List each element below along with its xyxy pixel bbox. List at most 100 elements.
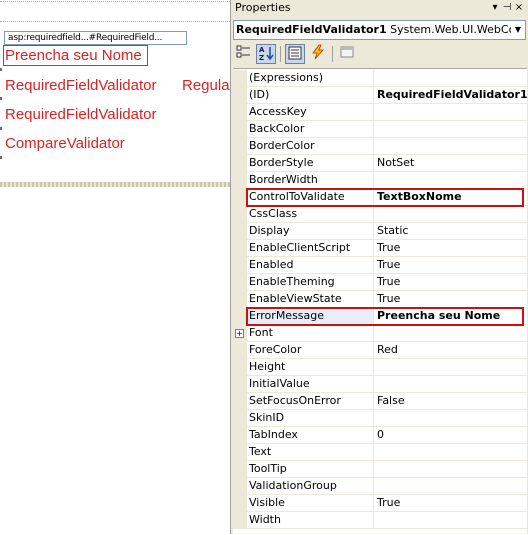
property-name[interactable]: Height (247, 359, 374, 376)
property-name[interactable]: CssClass (247, 206, 374, 223)
property-value[interactable]: RequiredFieldValidator1 (374, 87, 527, 104)
properties-titlebar[interactable]: Properties ▾ ⊣× (231, 0, 528, 16)
property-value[interactable] (374, 478, 527, 495)
expand-plus-icon[interactable]: + (235, 329, 244, 338)
property-name[interactable]: Display (247, 223, 374, 240)
window-position-icon[interactable]: ▾ (490, 0, 502, 15)
property-value[interactable]: Preencha seu Nome (374, 308, 527, 325)
property-value[interactable] (374, 410, 527, 427)
property-name[interactable]: EnableTheming (247, 274, 374, 291)
property-name[interactable]: BorderStyle (247, 155, 374, 172)
property-value[interactable]: Red (374, 342, 527, 359)
compare-validator[interactable]: CompareValidator (5, 135, 125, 152)
property-name[interactable]: ValidationGroup (247, 478, 374, 495)
close-icon[interactable]: × (514, 0, 526, 15)
property-row-validationgroup[interactable]: ValidationGroup (233, 478, 527, 495)
property-value[interactable] (374, 359, 527, 376)
property-row-enabled[interactable]: Enabled True (233, 257, 527, 274)
property-name[interactable]: EnableClientScript (247, 240, 374, 257)
property-row-borderwidth[interactable]: BorderWidth (233, 172, 527, 189)
property-value[interactable] (374, 325, 527, 342)
property-row-bordercolor[interactable]: BorderColor (233, 138, 527, 155)
required-field-validator-2[interactable]: RequiredFieldValidator (5, 77, 156, 94)
property-row-accesskey[interactable]: AccessKey (233, 104, 527, 121)
property-name[interactable]: BackColor (247, 121, 374, 138)
property-value[interactable]: Static (374, 223, 527, 240)
property-name[interactable]: SkinID (247, 410, 374, 427)
textbox-nome-validator-text[interactable]: Preencha seu Nome (5, 47, 142, 64)
property-row-tabindex[interactable]: TabIndex 0 (233, 427, 527, 444)
property-value[interactable] (374, 512, 527, 529)
properties-view-button[interactable] (285, 44, 305, 64)
property-name[interactable]: EnableViewState (247, 291, 374, 308)
property-value[interactable]: TextBoxNome (374, 189, 527, 206)
property-row-enableviewstate[interactable]: EnableViewState True (233, 291, 527, 308)
property-row-backcolor[interactable]: BackColor (233, 121, 527, 138)
property-value[interactable]: 0 (374, 427, 527, 444)
property-value[interactable] (374, 138, 527, 155)
property-row-display[interactable]: Display Static (233, 223, 527, 240)
property-name[interactable]: InitialValue (247, 376, 374, 393)
property-row-cssclass[interactable]: CssClass (233, 206, 527, 223)
property-row-font[interactable]: + Font (233, 325, 527, 342)
property-pages-button[interactable] (337, 44, 357, 64)
property-value[interactable]: True (374, 495, 527, 512)
property-name[interactable]: (ID) (247, 87, 374, 104)
property-row-borderstyle[interactable]: BorderStyle NotSet (233, 155, 527, 172)
chevron-down-icon[interactable]: ▼ (511, 21, 525, 39)
property-row-text[interactable]: Text (233, 444, 527, 461)
property-name[interactable]: Font (247, 325, 374, 342)
property-name[interactable]: (Expressions) (247, 70, 374, 87)
property-name[interactable]: Text (247, 444, 374, 461)
property-value[interactable] (374, 206, 527, 223)
property-value[interactable] (374, 121, 527, 138)
property-row-controltovalidate[interactable]: ControlToValidate TextBoxNome (233, 189, 527, 206)
property-row-errormessage[interactable]: ErrorMessage Preencha seu Nome (233, 308, 527, 325)
property-name[interactable]: Width (247, 512, 374, 529)
property-row-enableclientscript[interactable]: EnableClientScript True (233, 240, 527, 257)
property-row-setfocusonerror[interactable]: SetFocusOnError False (233, 393, 527, 410)
required-field-validator-3[interactable]: RequiredFieldValidator (5, 106, 156, 123)
property-value[interactable]: True (374, 240, 527, 257)
property-row-tooltip[interactable]: ToolTip (233, 461, 527, 478)
property-value[interactable] (374, 444, 527, 461)
property-row-enabletheming[interactable]: EnableTheming True (233, 274, 527, 291)
design-surface[interactable]: asp:requiredfield...#RequiredField... Pr… (0, 0, 230, 534)
property-name[interactable]: ToolTip (247, 461, 374, 478)
property-value[interactable]: False (374, 393, 527, 410)
auto-hide-pin-icon[interactable]: ⊣ (502, 0, 514, 15)
regular-expression-validator[interactable]: Regula (182, 77, 230, 94)
property-row-expressions[interactable]: (Expressions) (233, 70, 527, 87)
property-name[interactable]: BorderWidth (247, 172, 374, 189)
property-row-width[interactable]: Width (233, 512, 527, 529)
property-name[interactable]: ForeColor (247, 342, 374, 359)
events-button[interactable] (308, 44, 328, 64)
property-value[interactable]: True (374, 291, 527, 308)
property-value[interactable] (374, 104, 527, 121)
property-row-initialvalue[interactable]: InitialValue (233, 376, 527, 393)
categorized-button[interactable] (234, 44, 254, 64)
property-row-id[interactable]: (ID) RequiredFieldValidator1 (233, 87, 527, 104)
property-row-skinid[interactable]: SkinID (233, 410, 527, 427)
property-name[interactable]: BorderColor (247, 138, 374, 155)
property-value[interactable] (374, 376, 527, 393)
property-value[interactable] (374, 172, 527, 189)
property-row-forecolor[interactable]: ForeColor Red (233, 342, 527, 359)
property-value[interactable] (374, 461, 527, 478)
property-row-visible[interactable]: Visible True (233, 495, 527, 512)
property-name[interactable]: ControlToValidate (247, 189, 374, 206)
property-name[interactable]: AccessKey (247, 104, 374, 121)
object-selector-dropdown[interactable]: RequiredFieldValidator1 System.Web.UI.We… (233, 20, 526, 40)
property-name[interactable]: TabIndex (247, 427, 374, 444)
property-value[interactable]: True (374, 257, 527, 274)
property-name[interactable]: ErrorMessage (247, 308, 374, 325)
property-value[interactable]: NotSet (374, 155, 527, 172)
alphabetical-button[interactable]: A Z (256, 44, 276, 64)
property-row-height[interactable]: Height (233, 359, 527, 376)
property-name[interactable]: SetFocusOnError (247, 393, 374, 410)
property-name[interactable]: Enabled (247, 257, 374, 274)
control-smart-tag[interactable]: asp:requiredfield...#RequiredField... (4, 31, 187, 45)
property-value[interactable] (374, 70, 527, 87)
property-name[interactable]: Visible (247, 495, 374, 512)
property-value[interactable]: True (374, 274, 527, 291)
